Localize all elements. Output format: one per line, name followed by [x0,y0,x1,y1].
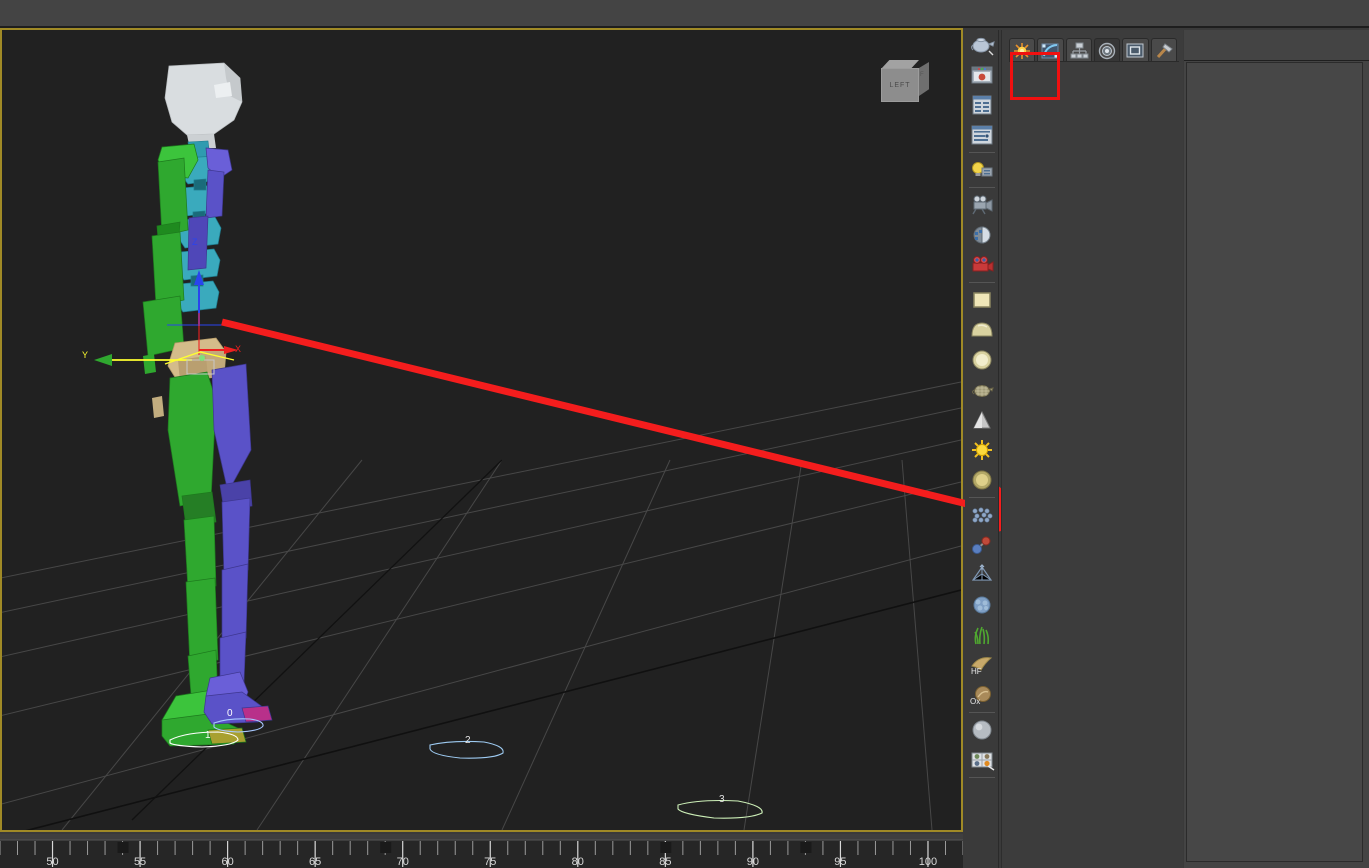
toolbar-separator-1 [969,152,995,153]
utilities-tab[interactable] [1150,38,1177,62]
footstep-0-label: 0 [227,708,233,719]
command-panel-tabs[interactable] [1009,38,1177,62]
particles-icon[interactable] [966,500,998,530]
toolbar-separator-6 [969,777,995,778]
svg-text:85: 85 [659,856,671,868]
svg-text:95: 95 [834,856,846,868]
wireframe-teapot-icon[interactable] [966,375,998,405]
object-paint-icon[interactable]: Ox [966,680,998,710]
render-frame-icon[interactable] [966,60,998,90]
sun-icon[interactable] [966,435,998,465]
modify-tab[interactable] [1037,38,1064,62]
svg-text:60: 60 [221,856,233,868]
toolbar-separator-4 [969,497,995,498]
sphere-grey-icon[interactable] [966,715,998,745]
right-panel-divider [1184,60,1369,61]
motion-tab[interactable] [1093,38,1121,62]
timeline-ruler[interactable]: 50 55 60 65 70 75 80 85 90 95 100 [0,834,963,868]
sphere-gold-icon[interactable] [966,465,998,495]
footstep-1-label: 1 [205,730,211,741]
viewport-left[interactable]: 0 1 2 3 Z X Y LEFT F [2,30,961,830]
box-primitive-icon[interactable] [966,285,998,315]
svg-text:Y: Y [82,350,88,360]
create-tab[interactable] [1009,38,1036,62]
svg-text:75: 75 [484,856,496,868]
toolbar-separator-3 [969,282,995,283]
timeline-svg[interactable]: 50 55 60 65 70 75 80 85 90 95 100 [0,834,963,868]
footstep-2-label: 2 [465,735,471,746]
hierarchy-tab[interactable] [1065,38,1092,62]
sphere-primitive-icon[interactable] [966,345,998,375]
svg-text:100: 100 [919,856,937,868]
light-icon[interactable] [966,155,998,185]
view-cube-side-face[interactable] [919,62,929,96]
svg-text:70: 70 [397,856,409,868]
footstep-3-label: 3 [719,794,725,805]
viewport-scene: 0 1 2 3 Z X Y [2,62,961,830]
svg-text:Ox: Ox [970,697,980,706]
cloth-icon[interactable] [966,590,998,620]
svg-text:55: 55 [134,856,146,868]
command-panel: Bip001 Pelvis Selection Level: Sub-Objec… [1001,30,1183,868]
toolbar-separator-2 [969,187,995,188]
material-editor-icon[interactable] [966,745,998,775]
svg-text:90: 90 [747,856,759,868]
right-panel-top [1184,30,1369,60]
svg-text:65: 65 [309,856,321,868]
svg-text:50: 50 [46,856,58,868]
biped-head [164,62,243,149]
helper-icon[interactable] [966,220,998,250]
hair-fur-icon[interactable]: HF [966,650,998,680]
vertical-toolbar[interactable]: HF Ox [965,30,999,868]
render-setup-icon[interactable] [966,90,998,120]
teapot-icon[interactable] [966,30,998,60]
svg-text:HF: HF [971,667,982,676]
cone-primitive-icon[interactable] [966,405,998,435]
view-cube-front-face[interactable]: LEFT [881,68,919,102]
render-panel-icon[interactable] [966,120,998,150]
viewport-frame[interactable]: 0 1 2 3 Z X Y LEFT F [0,28,963,832]
svg-text:X: X [235,344,241,354]
toolbar-separator-5 [969,712,995,713]
right-panel-inner [1186,62,1363,862]
biped-bone-stubs [143,354,164,418]
toolbar-divider [998,30,999,868]
view-cube-side-label: F [920,72,924,78]
stereo-camera-icon[interactable] [966,250,998,280]
atom-icon[interactable] [966,530,998,560]
top-strip [0,0,1369,28]
space-warp-icon[interactable] [966,560,998,590]
command-panel-tab-rule [1009,61,1179,62]
view-cube[interactable]: LEFT F [875,56,931,108]
svg-text:80: 80 [572,856,584,868]
svg-text:Z: Z [192,237,198,247]
grass-icon[interactable] [966,620,998,650]
camera-icon[interactable] [966,190,998,220]
app-window: 0 1 2 3 Z X Y LEFT F 50 55 60 65 70 75 8… [0,0,1369,868]
dome-primitive-icon[interactable] [966,315,998,345]
right-empty-panel [1184,30,1369,868]
display-tab[interactable] [1122,38,1149,62]
